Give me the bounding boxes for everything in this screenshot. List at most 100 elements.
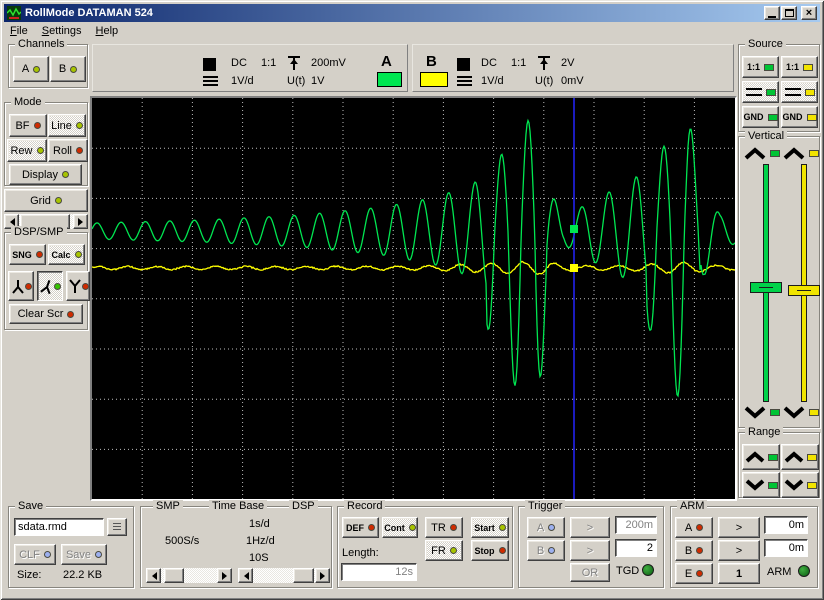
left-arrow-icon <box>148 572 157 580</box>
trigger-b-button[interactable]: B <box>527 540 565 561</box>
probe-1to1-a-button[interactable]: 1:1 <box>742 56 779 78</box>
line-button[interactable]: Line <box>48 114 86 137</box>
vertical-slider-thumb-b[interactable] <box>788 285 820 296</box>
vdiv-a: 1V/d <box>231 75 254 87</box>
fr-button[interactable]: FR <box>425 540 463 561</box>
roll-led <box>76 147 83 154</box>
rew-button[interactable]: Rew <box>7 139 47 162</box>
trigger-slope-b-button[interactable]: > <box>570 540 610 561</box>
timebase-scroll-right-button[interactable] <box>315 568 330 583</box>
source-group: Source 1:1 1:1 GND GND <box>738 44 820 132</box>
arm-delay-a-input[interactable] <box>764 516 808 534</box>
probe-symbol-1-button[interactable] <box>8 271 34 301</box>
vertical-down-b-control[interactable] <box>782 406 819 419</box>
range-down-b-button[interactable] <box>781 472 819 498</box>
display-button[interactable]: Display <box>9 164 82 185</box>
arm-count-button[interactable]: 1 <box>718 563 760 584</box>
channel-a-button-label: A <box>22 63 29 75</box>
gnd-a-button[interactable]: GND <box>742 106 779 128</box>
arm-e-button[interactable]: E <box>675 563 713 584</box>
gnd-b-label: GND <box>783 112 803 122</box>
arm-slope-a-button[interactable]: > <box>718 517 760 538</box>
clf-led <box>44 551 51 558</box>
display-label: Display <box>22 169 58 181</box>
menu-file[interactable]: File <box>4 23 34 39</box>
arm-slope-b-label: > <box>736 545 742 557</box>
smp-scroll-left-button[interactable] <box>146 568 161 583</box>
arm-b-button[interactable]: B <box>675 540 713 561</box>
smp-scrollbar[interactable] <box>146 568 232 583</box>
probe-1to1-b-button[interactable]: 1:1 <box>781 56 818 78</box>
range-down-a-button[interactable] <box>742 472 780 498</box>
channel-a-button[interactable]: A <box>13 56 49 82</box>
trigger-group-label: Trigger <box>525 500 565 512</box>
vertical-up-b-control[interactable] <box>782 147 819 160</box>
cont-button[interactable]: Cont <box>382 517 418 538</box>
minimize-button[interactable] <box>764 6 780 20</box>
title-bar[interactable]: RollMode DATAMAN 524 × <box>4 4 820 22</box>
menu-settings[interactable]: Settings <box>36 23 88 39</box>
clf-button[interactable]: CLF <box>14 544 56 565</box>
file-list-button[interactable] <box>107 518 127 536</box>
slope-a-label: > <box>587 522 593 534</box>
smp-scroll-right-button[interactable] <box>217 568 232 583</box>
filename-input[interactable] <box>14 518 104 536</box>
def-led <box>368 524 375 531</box>
vertical-down-a-control[interactable] <box>743 406 780 419</box>
vertical-group: Vertical <box>738 136 820 428</box>
trigger-level-a-input[interactable] <box>615 516 657 534</box>
vdiv-b: 1V/d <box>481 75 504 87</box>
range-up-a-button[interactable] <box>742 444 780 470</box>
channel-b-button[interactable]: B <box>50 56 86 82</box>
menu-help[interactable]: Help <box>90 23 125 39</box>
timebase-scrollbar[interactable] <box>238 568 330 583</box>
sng-button[interactable]: SNG <box>9 244 46 265</box>
stop-button[interactable]: Stop <box>471 540 509 561</box>
smp-scrollbar-thumb[interactable] <box>164 568 184 583</box>
down-chevron-icon <box>783 479 805 491</box>
calc-button[interactable]: Calc <box>48 244 85 265</box>
timebase-scroll-left-button[interactable] <box>238 568 253 583</box>
tgd-label: TGD <box>616 565 639 577</box>
close-button[interactable]: × <box>801 6 817 20</box>
save-button[interactable]: Save <box>61 544 107 565</box>
vertical-slider-thumb-a[interactable] <box>750 282 782 293</box>
tr-button[interactable]: TR <box>425 517 463 538</box>
scroll-right-button[interactable] <box>73 214 88 229</box>
freq-per-div-value: 1Hz/d <box>246 535 275 547</box>
def-button[interactable]: DEF <box>342 517 379 538</box>
trigger-a-button[interactable]: A <box>527 517 565 538</box>
vertical-up-a-control[interactable] <box>743 147 780 160</box>
arm-delay-b-input[interactable] <box>764 539 808 557</box>
vertical-slider-track-b[interactable] <box>801 164 807 402</box>
channel-a-info-panel: DC 1:1 200mV 1V/d U(t) 1V A <box>92 44 408 92</box>
trigger-slope-a-button[interactable]: > <box>570 517 610 538</box>
scope-display[interactable] <box>90 96 737 501</box>
app-icon <box>7 6 21 20</box>
probe-3-led <box>82 283 89 290</box>
maximize-button[interactable] <box>781 6 797 20</box>
grid-button[interactable]: Grid <box>4 189 88 212</box>
probe-symbol-3-button[interactable] <box>66 271 90 301</box>
arm-a-button[interactable]: A <box>675 517 713 538</box>
def-label: DEF <box>346 523 364 533</box>
tr-led <box>450 524 457 531</box>
bf-button[interactable]: BF <box>9 114 47 137</box>
right-arrow-icon <box>78 218 87 226</box>
trigger-level-b-input[interactable] <box>615 539 657 557</box>
save-label: Save <box>66 549 91 561</box>
probe-symbol-2-button[interactable] <box>37 271 63 301</box>
gnd-b-button[interactable]: GND <box>781 106 818 128</box>
coupling-b-button[interactable] <box>781 81 818 103</box>
roll-button[interactable]: Roll <box>48 139 88 162</box>
right-arrow-icon <box>222 572 231 580</box>
length-input[interactable] <box>341 563 417 581</box>
timebase-scrollbar-thumb[interactable] <box>293 568 314 583</box>
arm-slope-b-button[interactable]: > <box>718 540 760 561</box>
clear-screen-button[interactable]: Clear Scr <box>9 304 83 324</box>
coupling-a-button[interactable] <box>742 81 779 103</box>
start-button[interactable]: Start <box>471 517 509 538</box>
or-button[interactable]: OR <box>570 563 610 582</box>
range-up-b-button[interactable] <box>781 444 819 470</box>
coupling-lines-icon-b <box>785 88 801 96</box>
